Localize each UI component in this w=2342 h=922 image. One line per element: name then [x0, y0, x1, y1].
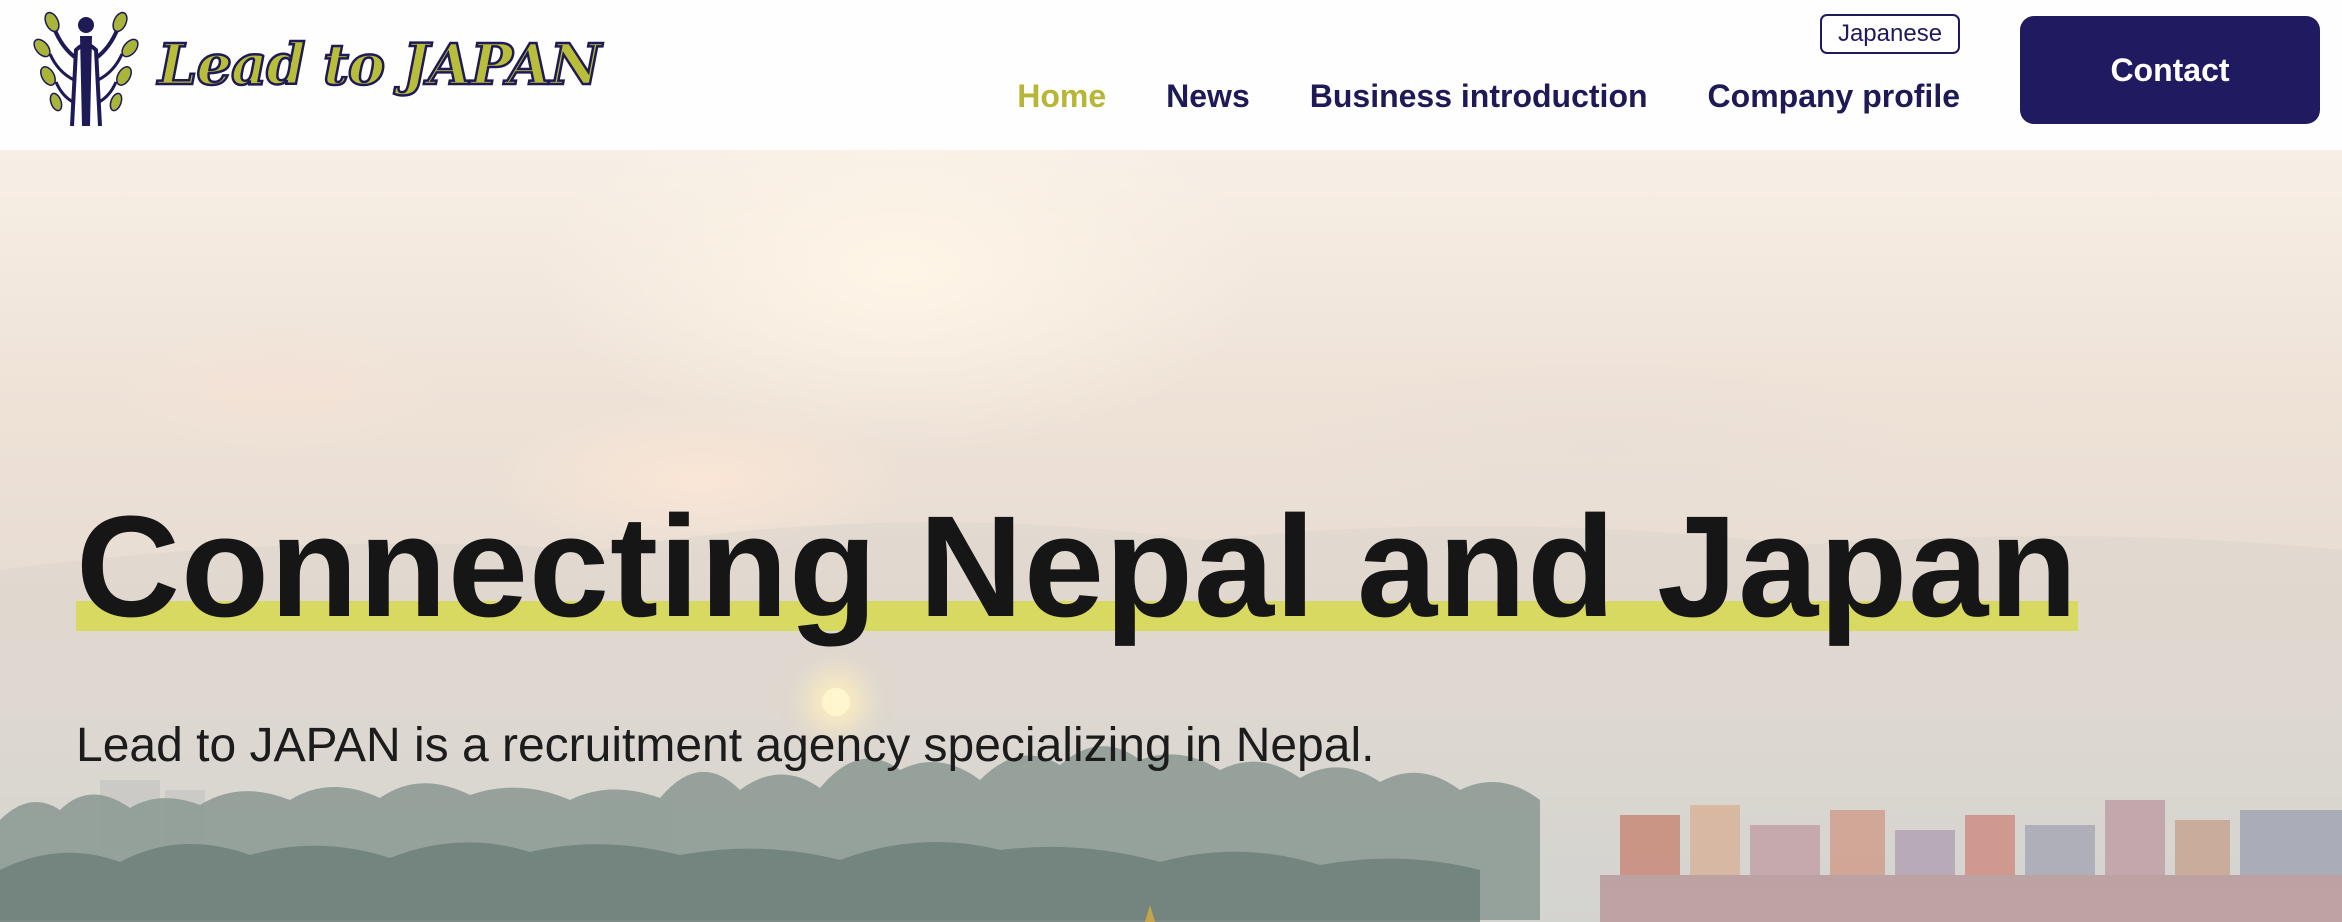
- logo-tree-figure-icon: [33, 11, 139, 127]
- nav-item-home[interactable]: Home: [1017, 74, 1106, 118]
- logo[interactable]: Lead to JAPAN: [32, 10, 603, 130]
- logo-wordmark: Lead to JAPAN: [157, 31, 603, 100]
- hero-headline: Connecting Nepal and Japan: [76, 486, 2079, 647]
- hero-section: Connecting Nepal and Japan Lead to JAPAN…: [0, 150, 2342, 922]
- site-header: Lead to JAPAN Japanese Home News Busines…: [0, 0, 2342, 150]
- contact-button[interactable]: Contact: [2020, 16, 2320, 124]
- nav-item-news[interactable]: News: [1166, 74, 1250, 118]
- hero-subheadline: Lead to JAPAN is a recruitment agency sp…: [76, 719, 1375, 772]
- nav-item-company-profile[interactable]: Company profile: [1708, 74, 1960, 118]
- language-toggle-button[interactable]: Japanese: [1820, 14, 1960, 54]
- sun: [822, 688, 850, 716]
- nav-item-business-introduction[interactable]: Business introduction: [1310, 74, 1648, 118]
- main-nav: Home News Business introduction Company …: [1017, 74, 1960, 118]
- headline-container: Connecting Nepal and Japan: [76, 486, 2079, 647]
